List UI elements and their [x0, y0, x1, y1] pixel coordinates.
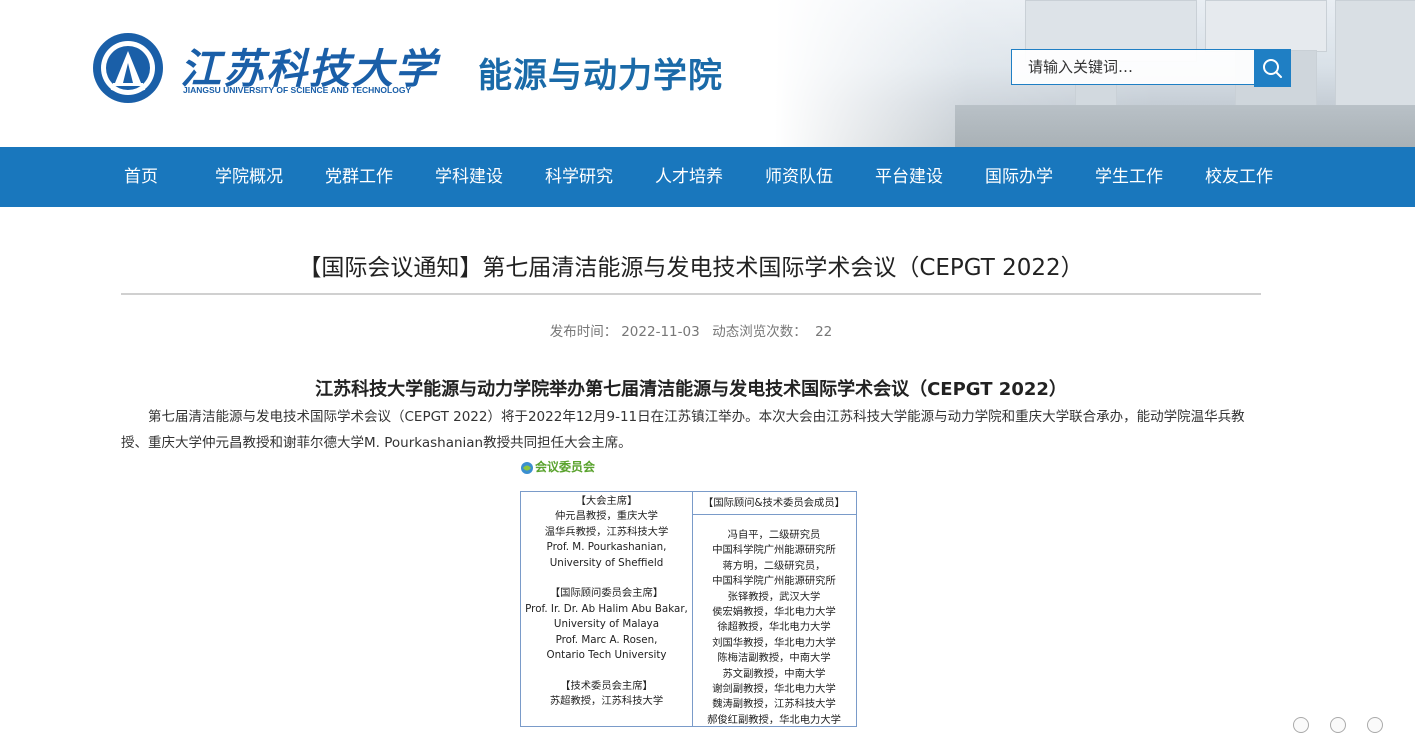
committee-line: 温华兵教授，江苏科技大学 — [544, 525, 669, 538]
nav-party-work[interactable]: 党群工作 — [325, 147, 393, 207]
article-meta: 发布时间： 2022-11-03 动态浏览次数： 22 — [121, 320, 1261, 340]
committee-line: 仲元昌教授，重庆大学 — [555, 510, 658, 523]
article-paragraph: 第七届清洁能源与发电技术国际学术会议（CEPGT 2022）将于2022年12月… — [121, 409, 1245, 451]
views-count: 22 — [815, 324, 833, 340]
search-button[interactable] — [1254, 49, 1291, 87]
nav-home[interactable]: 首页 — [124, 147, 158, 207]
committee-line: Ontario Tech University — [546, 649, 667, 662]
committee-line: 侯宏娟教授，华北电力大学 — [712, 606, 836, 619]
committee-line: 郝俊红副教授，华北电力大学 — [707, 713, 841, 726]
committee-right-column: 【国际顾问&技术委员会成员】 冯自平，二级研究员 中国科学院广州能源研究所 蒋方… — [692, 492, 856, 726]
subtitle-plain: 江苏科技大学能源与动力学院举办第七届清洁能源与发电 — [315, 379, 766, 400]
committee-line: 谢剑副教授，华北电力大学 — [712, 683, 836, 696]
title-divider — [121, 293, 1261, 295]
nav-faculty[interactable]: 师资队伍 — [765, 147, 833, 207]
committee-line: 中国科学院广州能源研究所 — [712, 575, 836, 588]
committee-line: 张铎教授，武汉大学 — [727, 590, 821, 603]
article-subtitle: 江苏科技大学能源与动力学院举办第七届清洁能源与发电技术国际学术会议（CEPGT … — [121, 375, 1261, 401]
committee-gap — [521, 571, 692, 586]
views-label: 动态浏览次数： — [712, 324, 807, 340]
publish-date: 2022-11-03 — [621, 324, 700, 340]
university-name-en: JIANGSU UNIVERSITY OF SCIENCE AND TECHNO… — [183, 85, 412, 95]
nav-international[interactable]: 国际办学 — [985, 147, 1053, 207]
nav-discipline[interactable]: 学科建设 — [435, 147, 503, 207]
committee-table: 【大会主席】 仲元昌教授，重庆大学 温华兵教授，江苏科技大学 Prof. M. … — [520, 491, 857, 727]
search-icon — [1263, 59, 1282, 78]
nav-student-work[interactable]: 学生工作 — [1095, 147, 1163, 207]
nav-talent-training[interactable]: 人才培养 — [655, 147, 723, 207]
committee-line: University of Sheffield — [549, 556, 664, 569]
article-title: 【国际会议通知】第七届清洁能源与发电技术国际学术会议（CEPGT 2022） — [298, 255, 1084, 281]
committee-line: Prof. Ir. Dr. Ab Halim Abu Bakar, — [525, 602, 688, 615]
college-name[interactable]: 能源与动力学院 — [478, 48, 723, 97]
committee-line: 陈梅洁副教授，中南大学 — [717, 652, 831, 665]
committee-logo-icon — [521, 462, 533, 474]
committee-line: 徐超教授，华北电力大学 — [717, 621, 831, 634]
site-header: 江苏科技大学 JIANGSU UNIVERSITY OF SCIENCE AND… — [0, 0, 1415, 147]
floating-button[interactable] — [1367, 717, 1383, 733]
publish-label: 发布时间： — [549, 324, 618, 340]
committee-line: 中国科学院广州能源研究所 — [712, 544, 836, 557]
committee-line: 苏文副教授，中南大学 — [722, 667, 826, 680]
committee-line: 【国际顾问委员会主席】 — [549, 587, 664, 600]
committee-line: 刘国华教授，华北电力大学 — [712, 636, 836, 649]
nav-research[interactable]: 科学研究 — [545, 147, 613, 207]
committee-heading: 会议委员会 — [535, 460, 596, 474]
nav-platform[interactable]: 平台建设 — [875, 147, 943, 207]
committee-line: Prof. Marc A. Rosen, — [555, 633, 658, 646]
subtitle-bold: 技术国际学术会议（CEPGT 2022） — [765, 379, 1067, 400]
floating-button[interactable] — [1293, 717, 1309, 733]
nav-college-overview[interactable]: 学院概况 — [215, 147, 283, 207]
committee-line: 【技术委员会主席】 — [560, 679, 653, 692]
committee-left-column: 【大会主席】 仲元昌教授，重庆大学 温华兵教授，江苏科技大学 Prof. M. … — [521, 492, 693, 726]
committee-line: 【大会主席】 — [575, 495, 638, 507]
committee-line: University of Malaya — [553, 618, 660, 631]
committee-line: 蒋方明，二级研究员， — [722, 559, 826, 572]
committee-line: 冯自平，二级研究员 — [727, 529, 821, 541]
committee-line: Prof. M. Pourkashanian, — [546, 541, 667, 554]
committee-line: 苏超教授，江苏科技大学 — [549, 695, 664, 708]
search-input[interactable] — [1011, 49, 1255, 85]
committee-gap — [521, 663, 692, 678]
search-box — [1011, 49, 1291, 87]
committee-right-heading: 【国际顾问&技术委员会成员】 — [692, 492, 856, 515]
university-seal-logo[interactable] — [93, 33, 163, 103]
committee-line: 魏涛副教授，江苏科技大学 — [712, 698, 836, 711]
nav-alumni[interactable]: 校友工作 — [1205, 147, 1273, 207]
main-nav: 首页 学院概况 党群工作 学科建设 科学研究 人才培养 师资队伍 平台建设 国际… — [0, 147, 1415, 207]
floating-button[interactable] — [1330, 717, 1346, 733]
